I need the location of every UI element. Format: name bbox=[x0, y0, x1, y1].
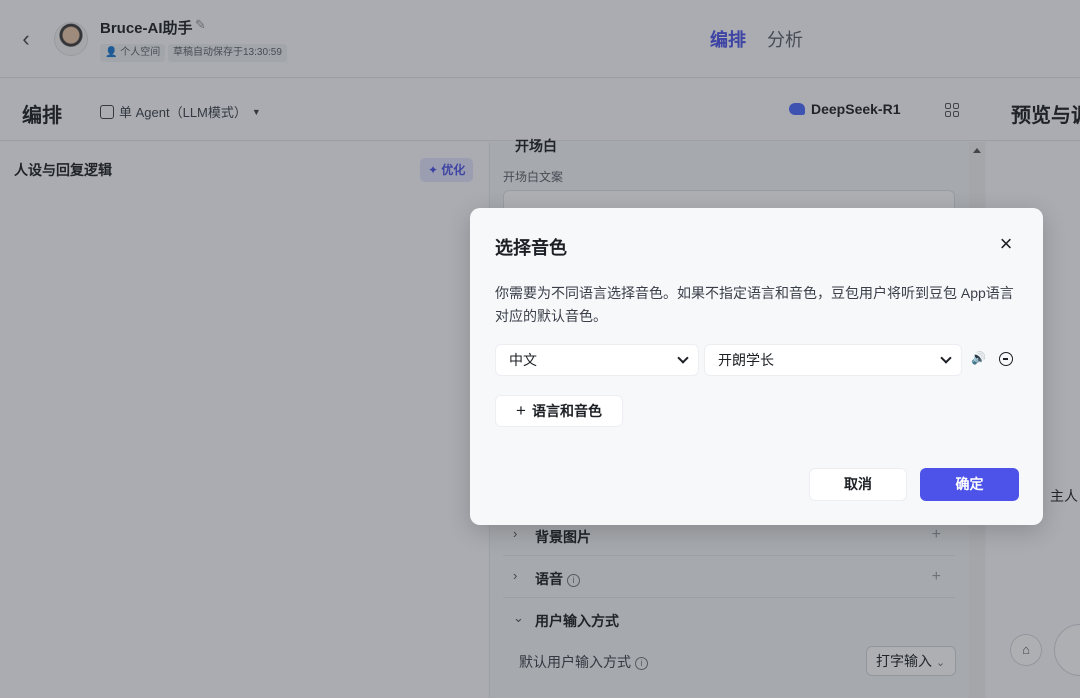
chevron-down-icon bbox=[677, 352, 689, 364]
remove-circle-icon[interactable] bbox=[999, 352, 1013, 366]
close-icon[interactable]: × bbox=[994, 233, 1018, 257]
add-language-voice-button[interactable]: + 语言和音色 bbox=[495, 395, 623, 427]
voice-select[interactable]: 开朗学长 bbox=[704, 344, 962, 376]
voice-value: 开朗学长 bbox=[718, 352, 774, 368]
language-value: 中文 bbox=[509, 352, 537, 368]
add-label: 语言和音色 bbox=[531, 403, 602, 419]
speaker-icon[interactable]: 🔊 bbox=[971, 351, 986, 365]
dialog-description: 你需要为不同语言选择音色。如果不指定语言和音色，豆包用户将听到豆包 App语言对… bbox=[495, 285, 1014, 324]
language-select[interactable]: 中文 bbox=[495, 344, 699, 376]
plus-icon: + bbox=[516, 401, 526, 420]
dialog-title: 选择音色 bbox=[495, 238, 567, 258]
confirm-button[interactable]: 确定 bbox=[920, 468, 1019, 501]
voice-select-dialog: 选择音色 × 你需要为不同语言选择音色。如果不指定语言和音色，豆包用户将听到豆包… bbox=[470, 208, 1043, 525]
cancel-button[interactable]: 取消 bbox=[809, 468, 907, 501]
chevron-down-icon bbox=[940, 352, 952, 364]
